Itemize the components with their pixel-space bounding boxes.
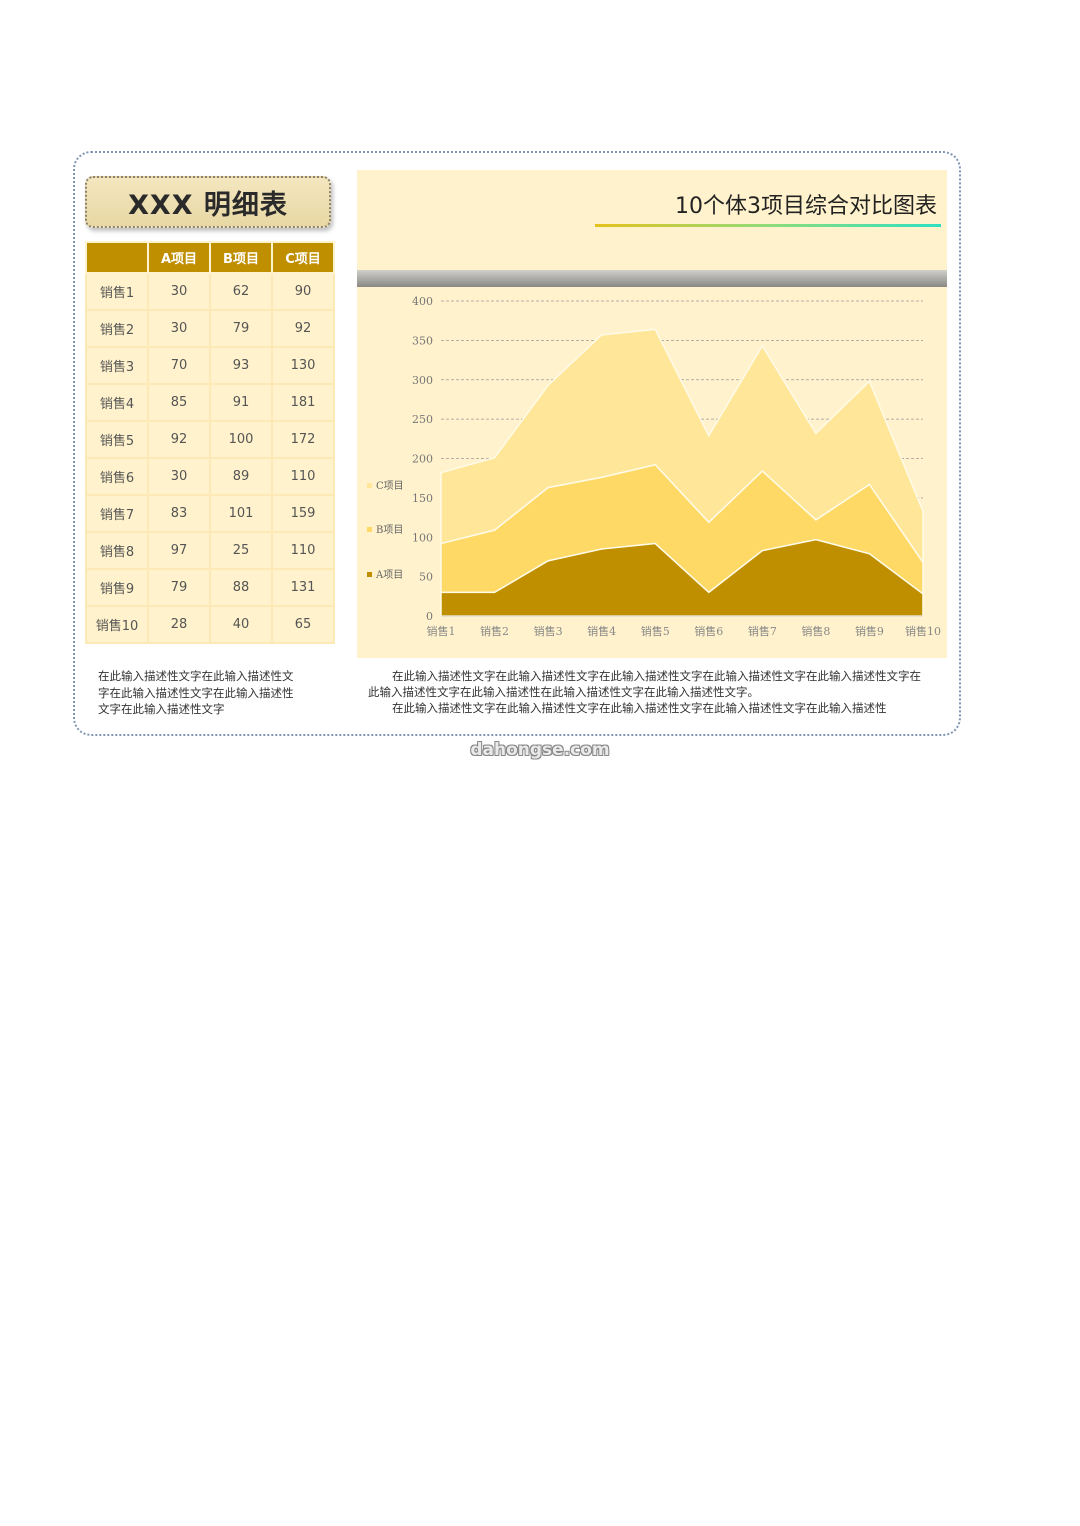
chart-title: 10个体3项目综合对比图表 xyxy=(675,194,937,219)
y-tick-label: 400 xyxy=(412,295,433,308)
x-tick-label: 销售4 xyxy=(587,624,616,638)
value-cell: 92 xyxy=(271,309,335,348)
x-tick-label: 销售6 xyxy=(694,624,723,638)
right-description: 在此输入描述性文字在此输入描述性文字在此输入描述性文字在此输入描述性文字在此输入… xyxy=(368,668,928,717)
y-tick-label: 350 xyxy=(412,334,433,347)
legend-label: A项目 xyxy=(375,569,403,581)
table-row: 销售4 85 91 181 xyxy=(85,383,335,422)
header-cell-c: C项目 xyxy=(271,241,335,274)
value-cell: 92 xyxy=(147,420,211,459)
x-tick-label: 销售9 xyxy=(855,624,884,638)
row-label-cell: 销售10 xyxy=(85,605,149,644)
watermark: dahongse.com xyxy=(470,740,610,760)
y-tick-label: 150 xyxy=(412,492,433,505)
value-cell: 100 xyxy=(209,420,273,459)
left-description: 在此输入描述性文字在此输入描述性文字在此输入描述性文字在此输入描述性文字在此输入… xyxy=(98,669,294,716)
detail-title-box: XXX 明细表 xyxy=(85,176,331,228)
value-cell: 159 xyxy=(271,494,335,533)
table-row: 销售2 30 79 92 xyxy=(85,309,335,348)
chart-header-bar xyxy=(357,270,947,287)
table-row: 销售1 30 62 90 xyxy=(85,272,335,311)
value-cell: 93 xyxy=(209,346,273,385)
x-tick-label: 销售1 xyxy=(427,624,456,638)
row-label-cell: 销售1 xyxy=(85,272,149,311)
header-cell-blank xyxy=(85,241,149,274)
value-cell: 79 xyxy=(209,309,273,348)
value-cell: 30 xyxy=(147,272,211,311)
y-tick-label: 0 xyxy=(426,610,433,623)
row-label-cell: 销售3 xyxy=(85,346,149,385)
value-cell: 88 xyxy=(209,568,273,607)
row-label-cell: 销售2 xyxy=(85,309,149,348)
table-header-row: A项目 B项目 C项目 xyxy=(85,241,335,274)
value-cell: 28 xyxy=(147,605,211,644)
value-cell: 131 xyxy=(271,568,335,607)
value-cell: 97 xyxy=(147,531,211,570)
row-label-cell: 销售9 xyxy=(85,568,149,607)
y-tick-label: 100 xyxy=(412,531,433,544)
value-cell: 62 xyxy=(209,272,273,311)
value-cell: 101 xyxy=(209,494,273,533)
table-row: 销售5 92 100 172 xyxy=(85,420,335,459)
legend-swatch xyxy=(367,483,372,488)
value-cell: 30 xyxy=(147,309,211,348)
x-tick-label: 销售7 xyxy=(748,624,777,638)
row-label-cell: 销售4 xyxy=(85,383,149,422)
value-cell: 65 xyxy=(271,605,335,644)
row-label-cell: 销售6 xyxy=(85,457,149,496)
y-tick-label: 200 xyxy=(412,453,433,466)
x-tick-label: 销售5 xyxy=(641,624,670,638)
detail-table: A项目 B项目 C项目 销售1 30 62 90 销售2 30 79 92 销售3 70 93 130… xyxy=(85,241,335,644)
value-cell: 83 xyxy=(147,494,211,533)
header-cell-a: A项目 xyxy=(147,241,211,274)
row-label-cell: 销售7 xyxy=(85,494,149,533)
table-row: 销售3 70 93 130 xyxy=(85,346,335,385)
value-cell: 89 xyxy=(209,457,273,496)
value-cell: 110 xyxy=(271,531,335,570)
row-label-cell: 销售5 xyxy=(85,420,149,459)
y-tick-label: 50 xyxy=(419,571,433,584)
x-tick-label: 销售3 xyxy=(534,624,563,638)
value-cell: 30 xyxy=(147,457,211,496)
table-row: 销售7 83 101 159 xyxy=(85,494,335,533)
value-cell: 130 xyxy=(271,346,335,385)
header-cell-b: B项目 xyxy=(209,241,273,274)
chart-panel: 10个体3项目综合对比图表 0 50 100 150 200 250 300 350 400 销售… xyxy=(357,170,947,658)
value-cell: 91 xyxy=(209,383,273,422)
value-cell: 110 xyxy=(271,457,335,496)
value-cell: 90 xyxy=(271,272,335,311)
detail-title: XXX 明细表 xyxy=(128,189,288,221)
area-chart: 0 50 100 150 200 250 300 350 400 销售1 销售2 销售3 销售4 销售5 销… xyxy=(367,295,941,638)
table-row: 销售10 28 40 65 xyxy=(85,605,335,644)
x-tick-label: 销售8 xyxy=(801,624,830,638)
value-cell: 181 xyxy=(271,383,335,422)
value-cell: 172 xyxy=(271,420,335,459)
value-cell: 40 xyxy=(209,605,273,644)
legend-swatch xyxy=(367,527,372,532)
y-tick-label: 300 xyxy=(412,374,433,387)
legend-label: B项目 xyxy=(376,524,403,536)
value-cell: 70 xyxy=(147,346,211,385)
title-underline xyxy=(595,224,941,227)
legend-swatch xyxy=(367,572,372,577)
row-label-cell: 销售8 xyxy=(85,531,149,570)
value-cell: 79 xyxy=(147,568,211,607)
y-tick-label: 250 xyxy=(412,413,433,426)
value-cell: 85 xyxy=(147,383,211,422)
table-row: 销售9 79 88 131 xyxy=(85,568,335,607)
value-cell: 25 xyxy=(209,531,273,570)
right-description-para-1: 在此输入描述性文字在此输入描述性文字在此输入描述性文字在此输入描述性文字在此输入… xyxy=(368,669,921,700)
x-tick-label: 销售2 xyxy=(480,624,509,638)
x-tick-label: 销售10 xyxy=(905,624,941,638)
legend-label: C项目 xyxy=(376,480,404,492)
table-row: 销售6 30 89 110 xyxy=(85,457,335,496)
table-row: 销售8 97 25 110 xyxy=(85,531,335,570)
right-description-para-2: 在此输入描述性文字在此输入描述性文字在此输入描述性文字在此输入描述性文字在此输入… xyxy=(392,701,887,716)
